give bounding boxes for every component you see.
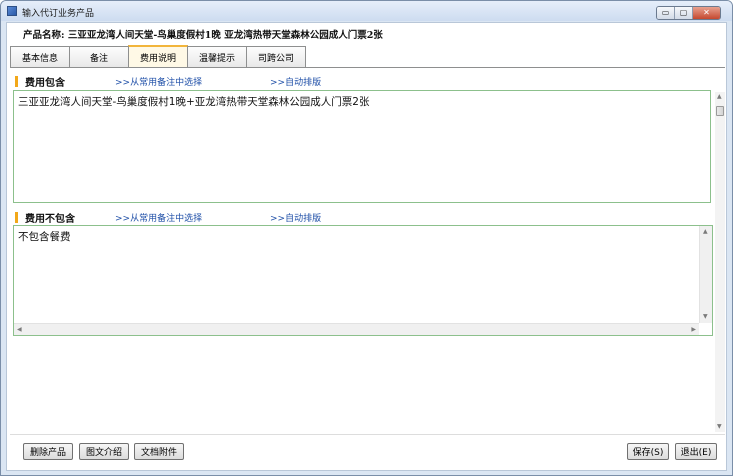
delete-product-button[interactable]: 删除产品 [23, 443, 73, 460]
excluded-textarea[interactable]: 不包含餐费 ▲ ▼ ◀ ▶ [13, 225, 713, 336]
tab-warm-tips[interactable]: 温馨提示 [187, 46, 247, 67]
app-icon [7, 6, 17, 16]
window-title: 输入代订业务产品 [22, 9, 95, 19]
document-attachment-button[interactable]: 文档附件 [134, 443, 184, 460]
window-controls: ▭ ▢ ✕ [656, 6, 721, 20]
picture-intro-button[interactable]: 图文介绍 [79, 443, 129, 460]
excluded-vertical-scrollbar[interactable]: ▲ ▼ [699, 226, 712, 323]
scroll-right-icon[interactable]: ▶ [691, 327, 696, 333]
tab-cross-company[interactable]: 司跨公司 [246, 46, 306, 67]
tab-bar: 基本信息 备注 费用说明 温馨提示 司跨公司 [10, 45, 306, 67]
excluded-auto-format-link[interactable]: >>自动排版 [270, 211, 321, 224]
included-section-header: 费用包含 >>从常用备注中选择 >>自动排版 [15, 74, 321, 89]
excluded-title: 费用不包含 [25, 213, 75, 225]
included-title: 费用包含 [25, 77, 65, 89]
included-text: 三亚亚龙湾人间天堂-鸟巢度假村1晚+亚龙湾热带天堂森林公园成人门票2张 [18, 96, 370, 108]
excluded-select-link[interactable]: >>从常用备注中选择 [115, 211, 270, 224]
scroll-up-icon[interactable]: ▲ [717, 94, 722, 100]
exit-button[interactable]: 退出(E) [675, 443, 717, 460]
excluded-horizontal-scrollbar[interactable]: ◀ ▶ [14, 323, 699, 335]
product-name-value: 三亚亚龙湾人间天堂-鸟巢度假村1晚 亚龙湾热带天堂森林公园成人门票2张 [67, 30, 383, 41]
app-window: 输入代订业务产品 ▭ ▢ ✕ 产品名称: 三亚亚龙湾人间天堂-鸟巢度假村1晚 亚… [0, 0, 733, 476]
scroll-left-icon[interactable]: ◀ [17, 327, 22, 333]
dialog-body: 产品名称: 三亚亚龙湾人间天堂-鸟巢度假村1晚 亚龙湾热带天堂森林公园成人门票2… [6, 22, 727, 471]
included-textarea[interactable]: 三亚亚龙湾人间天堂-鸟巢度假村1晚+亚龙湾热带天堂森林公园成人门票2张 [13, 90, 711, 203]
button-bar: 删除产品 图文介绍 文档附件 保存(S) 退出(E) [10, 434, 725, 470]
section-marker [15, 211, 18, 223]
tab-fee-description[interactable]: 费用说明 [128, 45, 188, 67]
included-select-link[interactable]: >>从常用备注中选择 [115, 75, 270, 88]
tab-remarks[interactable]: 备注 [69, 46, 129, 67]
scroll-down-icon[interactable]: ▼ [703, 314, 708, 320]
scroll-down-icon[interactable]: ▼ [717, 424, 722, 430]
product-name-label: 产品名称: [23, 30, 65, 41]
scroll-up-icon[interactable]: ▲ [703, 229, 708, 235]
close-button[interactable]: ✕ [693, 7, 720, 19]
minimize-button[interactable]: ▭ [657, 7, 675, 19]
save-button[interactable]: 保存(S) [627, 443, 669, 460]
tab-basic-info[interactable]: 基本信息 [10, 46, 70, 67]
fee-description-panel: 费用包含 >>从常用备注中选择 >>自动排版 三亚亚龙湾人间天堂-鸟巢度假村1晚… [10, 68, 724, 433]
title-bar[interactable]: 输入代订业务产品 ▭ ▢ ✕ [1, 1, 732, 21]
excluded-section-header: 费用不包含 >>从常用备注中选择 >>自动排版 [15, 210, 321, 225]
section-marker [15, 75, 18, 87]
excluded-text: 不包含餐费 [18, 231, 71, 243]
scroll-thumb[interactable] [716, 106, 724, 116]
panel-vertical-scrollbar[interactable]: ▲ ▼ [715, 92, 725, 432]
maximize-button[interactable]: ▢ [675, 7, 693, 19]
included-auto-format-link[interactable]: >>自动排版 [270, 75, 321, 88]
product-name-line: 产品名称: 三亚亚龙湾人间天堂-鸟巢度假村1晚 亚龙湾热带天堂森林公园成人门票2… [23, 27, 383, 41]
